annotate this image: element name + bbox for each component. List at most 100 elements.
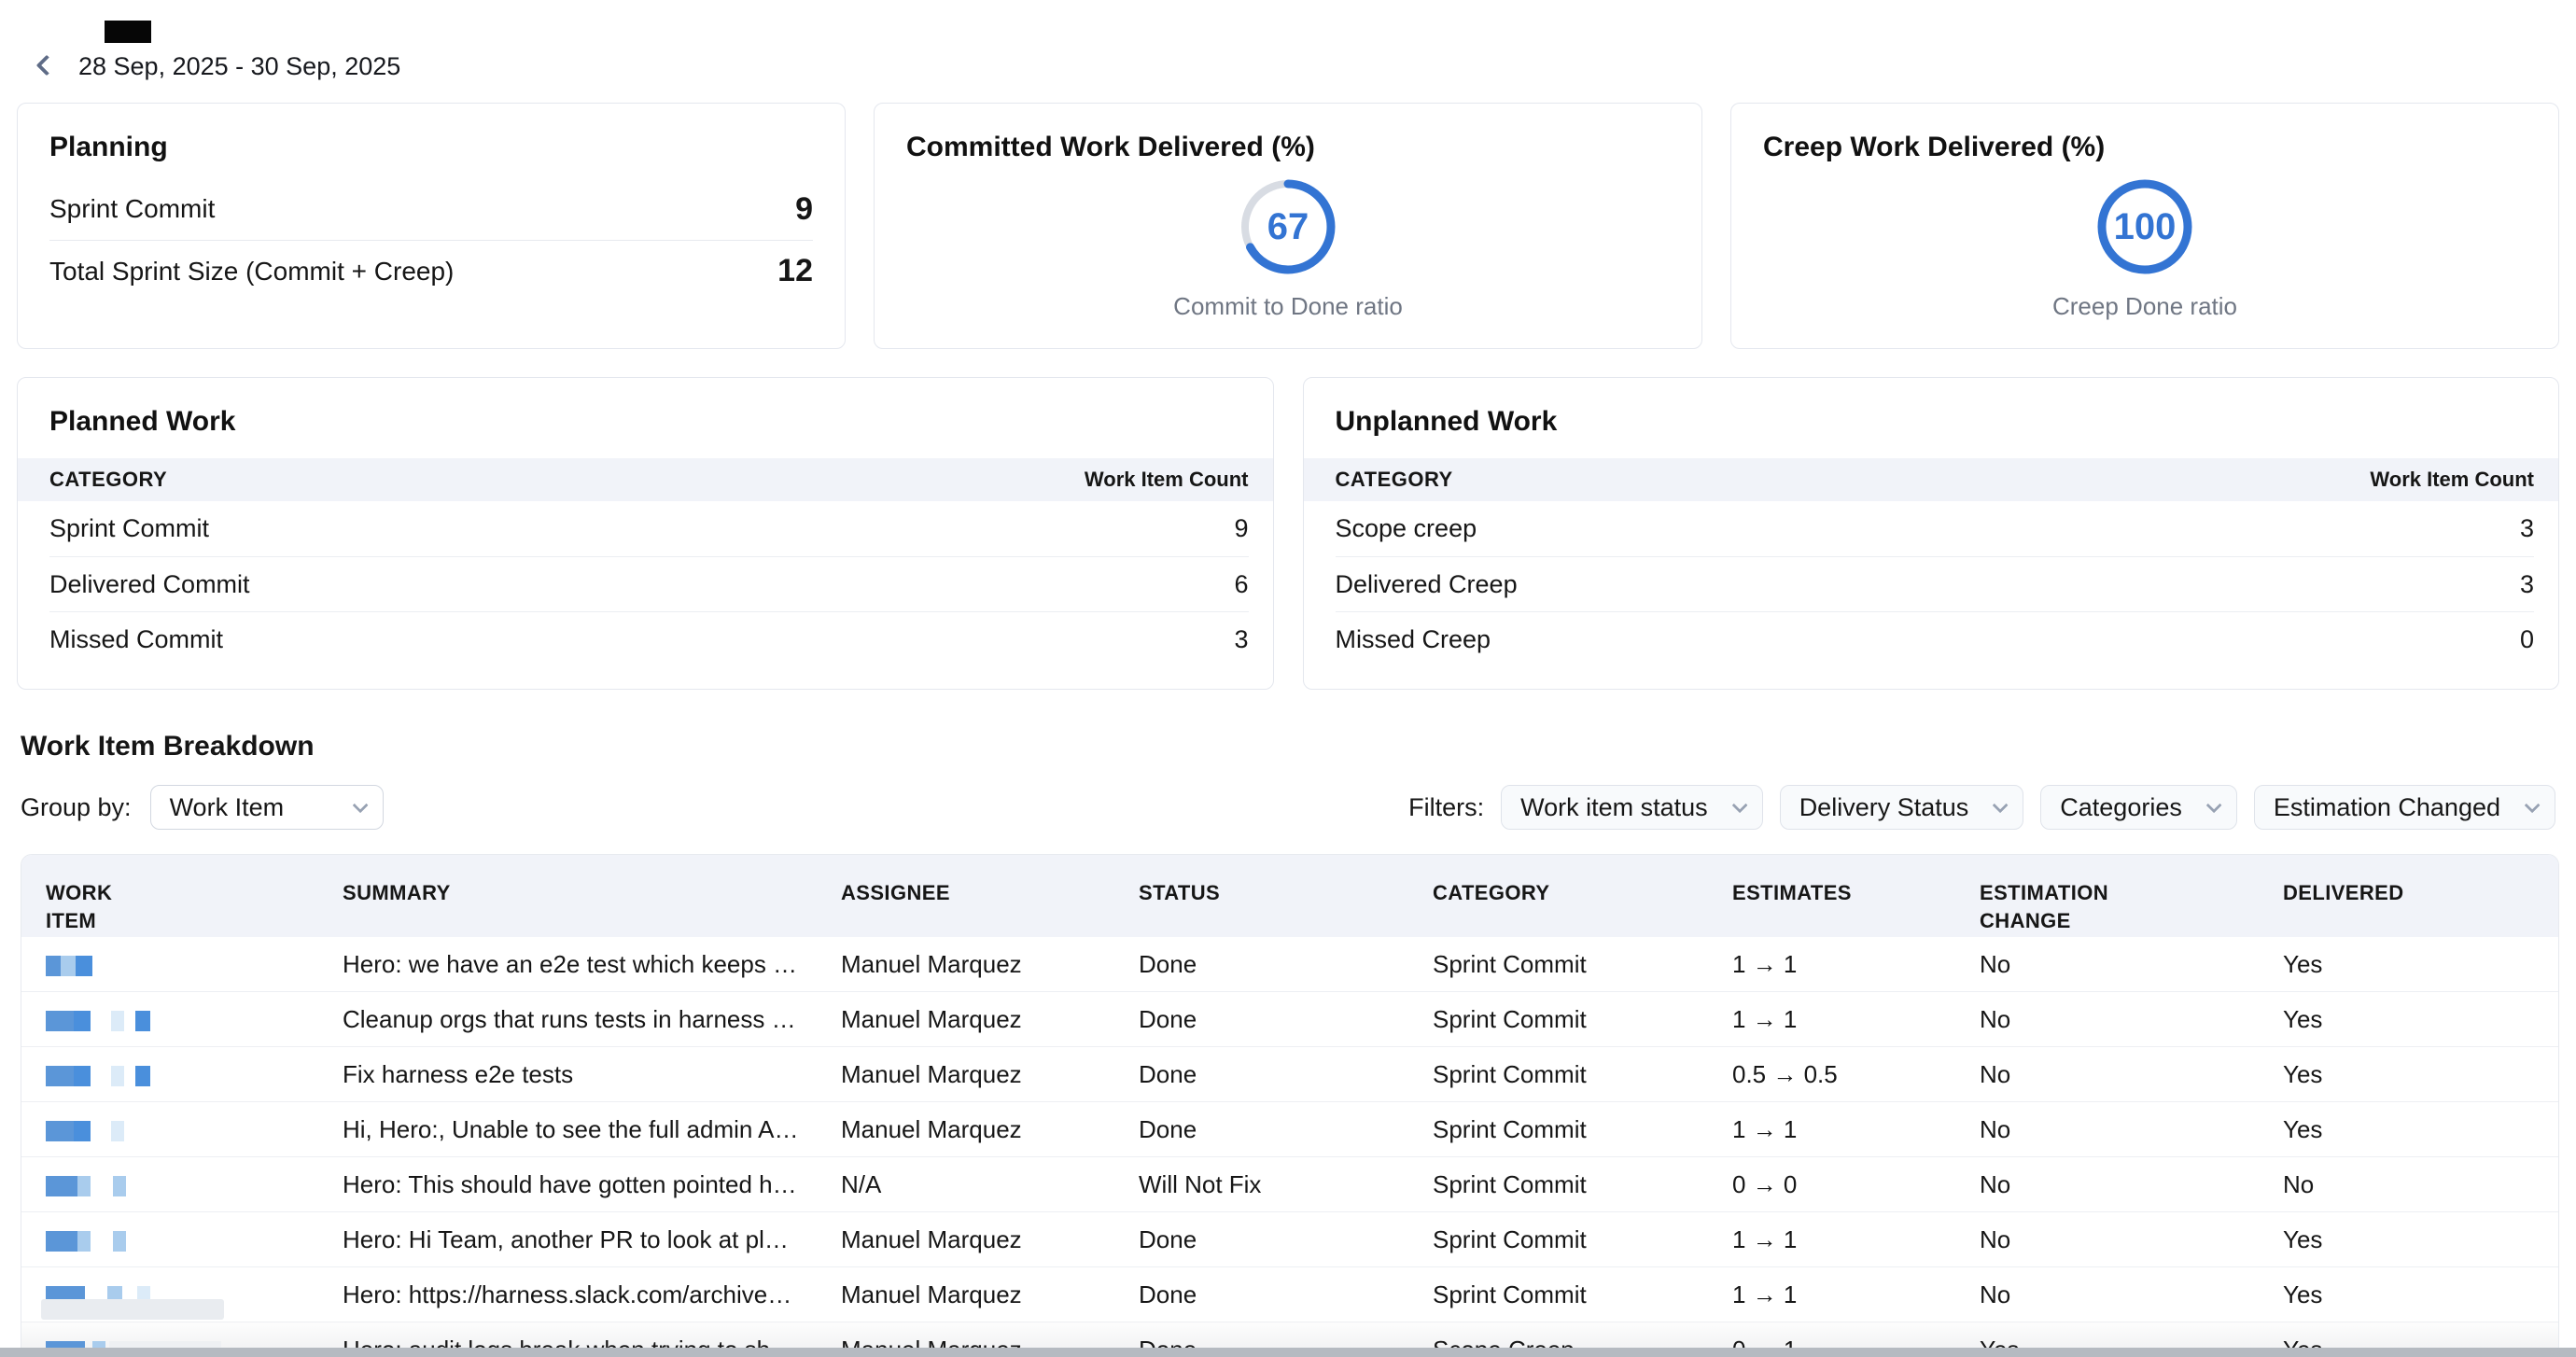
filter-label: Delivery Status bbox=[1799, 793, 1969, 822]
work-tables-row: Planned Work CATEGORY Work Item Count Sp… bbox=[17, 377, 2559, 690]
cell-delivered: Yes bbox=[2283, 1115, 2534, 1144]
cell-assignee: Manuel Marquez bbox=[841, 1005, 1139, 1034]
cell-delivered: Yes bbox=[2283, 1060, 2534, 1089]
redacted-work-item-id bbox=[111, 1011, 124, 1031]
redacted-work-item-id bbox=[135, 1066, 150, 1086]
breakdown-controls: Group by: Work Item Filters: Work item s… bbox=[21, 785, 2555, 830]
cell-delivered: Yes bbox=[2283, 1280, 2534, 1309]
committed-donut: 67 bbox=[1238, 176, 1338, 277]
cell-summary: Cleanup orgs that runs tests in harness … bbox=[343, 1005, 841, 1034]
cell-work-item bbox=[46, 1225, 343, 1254]
group-by-label: Group by: bbox=[21, 793, 132, 822]
creep-caption: Creep Done ratio bbox=[2052, 292, 2237, 321]
cell-assignee: Manuel Marquez bbox=[841, 1225, 1139, 1254]
table-row: Hero: Hi Team, another PR to look at ple… bbox=[21, 1212, 2558, 1267]
metric-label: Sprint Commit bbox=[49, 194, 215, 224]
redacted-report-title bbox=[105, 21, 151, 43]
cell-status: Will Not Fix bbox=[1139, 1170, 1433, 1199]
chevron-down-icon bbox=[1731, 797, 1747, 813]
committed-work-delivered-card: Committed Work Delivered (%) 67 Commit t… bbox=[874, 103, 1702, 349]
cell-delivered: Yes bbox=[2283, 1225, 2534, 1254]
category-cell: Scope creep bbox=[1336, 514, 1477, 543]
loading-skeleton-bar bbox=[41, 1299, 224, 1320]
redacted-work-item-id bbox=[74, 1121, 91, 1141]
column-category: CATEGORY bbox=[1336, 468, 1453, 492]
cell-status: Done bbox=[1139, 1115, 1433, 1144]
cell-work-item bbox=[46, 1115, 343, 1144]
cell-work-item bbox=[46, 1060, 343, 1089]
creep-work-delivered-card: Creep Work Delivered (%) 100 Creep Done … bbox=[1730, 103, 2559, 349]
redacted-work-item-id bbox=[46, 1176, 77, 1196]
column-summary: SUMMARY bbox=[343, 879, 841, 907]
filter-label: Categories bbox=[2060, 793, 2182, 822]
cell-category: Sprint Commit bbox=[1433, 1280, 1732, 1309]
column-assignee: ASSIGNEE bbox=[841, 879, 1139, 907]
cell-estimation-change: No bbox=[1980, 1170, 2283, 1199]
cell-estimation-change: No bbox=[1980, 1115, 2283, 1144]
metric-value: 9 bbox=[795, 191, 813, 228]
chevron-down-icon bbox=[2525, 797, 2541, 813]
category-cell: Delivered Commit bbox=[49, 570, 250, 599]
cell-delivered: Yes bbox=[2283, 1005, 2534, 1034]
redacted-work-item-id bbox=[111, 1121, 124, 1141]
redacted-work-item-id bbox=[74, 1066, 91, 1086]
cell-estimates: 1 → 1 bbox=[1732, 1005, 1980, 1034]
cell-summary: Hero: https://harness.slack.com/archives… bbox=[343, 1280, 841, 1309]
redacted-work-item-id bbox=[61, 956, 76, 976]
table-row: Missed Commit 3 bbox=[49, 611, 1249, 666]
report-header: 28 Sep, 2025 - 30 Sep, 2025 bbox=[0, 0, 2576, 84]
cell-summary: Hero: This should have gotten pointed he… bbox=[343, 1170, 841, 1199]
planning-metrics: Sprint Commit 9 Total Sprint Size (Commi… bbox=[49, 178, 813, 301]
cell-category: Sprint Commit bbox=[1433, 1115, 1732, 1144]
cell-assignee: Manuel Marquez bbox=[841, 1280, 1139, 1309]
filter-work-item-status[interactable]: Work item status bbox=[1501, 785, 1763, 830]
redacted-work-item-id bbox=[76, 956, 92, 976]
column-estimates: ESTIMATES bbox=[1732, 879, 1980, 907]
cell-work-item bbox=[46, 1005, 343, 1034]
cell-estimates: 1 → 1 bbox=[1732, 1280, 1980, 1309]
filters-label: Filters: bbox=[1408, 793, 1484, 822]
column-estimation-change: ESTIMATION CHANGE bbox=[1980, 879, 2283, 934]
breakdown-title: Work Item Breakdown bbox=[21, 731, 2576, 762]
count-cell: 9 bbox=[1234, 514, 1248, 543]
planned-work-title: Planned Work bbox=[18, 378, 1273, 458]
category-cell: Delivered Creep bbox=[1336, 570, 1518, 599]
metric-cards-row: Planning Sprint Commit 9 Total Sprint Si… bbox=[17, 103, 2559, 349]
metric-row-total-sprint-size: Total Sprint Size (Commit + Creep) 12 bbox=[49, 240, 813, 301]
committed-percentage: 67 bbox=[1238, 176, 1338, 277]
redacted-work-item-id bbox=[111, 1066, 124, 1086]
redacted-work-item-id bbox=[46, 1121, 74, 1141]
table-row: Hero: https://harness.slack.com/archives… bbox=[21, 1267, 2558, 1322]
cell-estimation-change: No bbox=[1980, 1225, 2283, 1254]
breakdown-table: WORK ITEM SUMMARY ASSIGNEE STATUS CATEGO… bbox=[21, 854, 2559, 1357]
cell-estimation-change: No bbox=[1980, 950, 2283, 979]
cell-status: Done bbox=[1139, 950, 1433, 979]
filter-label: Work item status bbox=[1520, 793, 1708, 822]
cell-estimates: 1 → 1 bbox=[1732, 1225, 1980, 1254]
column-delivered: DELIVERED bbox=[2283, 879, 2534, 907]
count-cell: 3 bbox=[1234, 625, 1248, 654]
back-button[interactable] bbox=[28, 47, 65, 84]
creep-card-title: Creep Work Delivered (%) bbox=[1763, 132, 2527, 163]
category-cell: Missed Creep bbox=[1336, 625, 1491, 654]
planned-work-body: Sprint Commit 9 Delivered Commit 6 Misse… bbox=[18, 501, 1273, 666]
redacted-work-item-id bbox=[77, 1231, 91, 1252]
cell-assignee: Manuel Marquez bbox=[841, 1060, 1139, 1089]
table-row: Hero: This should have gotten pointed he… bbox=[21, 1157, 2558, 1212]
cell-delivered: Yes bbox=[2283, 950, 2534, 979]
table-row: Sprint Commit 9 bbox=[49, 501, 1249, 556]
count-cell: 3 bbox=[2520, 514, 2534, 543]
unplanned-work-card: Unplanned Work CATEGORY Work Item Count … bbox=[1303, 377, 2560, 690]
cell-delivered: No bbox=[2283, 1170, 2534, 1199]
filter-estimation-changed[interactable]: Estimation Changed bbox=[2254, 785, 2555, 830]
table-row: Delivered Commit 6 bbox=[49, 556, 1249, 611]
filter-categories[interactable]: Categories bbox=[2040, 785, 2237, 830]
count-cell: 0 bbox=[2520, 625, 2534, 654]
filter-delivery-status[interactable]: Delivery Status bbox=[1780, 785, 2024, 830]
committed-card-title: Committed Work Delivered (%) bbox=[906, 132, 1670, 163]
group-by-select[interactable]: Work Item bbox=[150, 785, 384, 830]
category-cell: Sprint Commit bbox=[49, 514, 209, 543]
chevron-down-icon bbox=[2205, 797, 2221, 813]
table-row: Cleanup orgs that runs tests in harness … bbox=[21, 992, 2558, 1047]
cell-status: Done bbox=[1139, 1280, 1433, 1309]
